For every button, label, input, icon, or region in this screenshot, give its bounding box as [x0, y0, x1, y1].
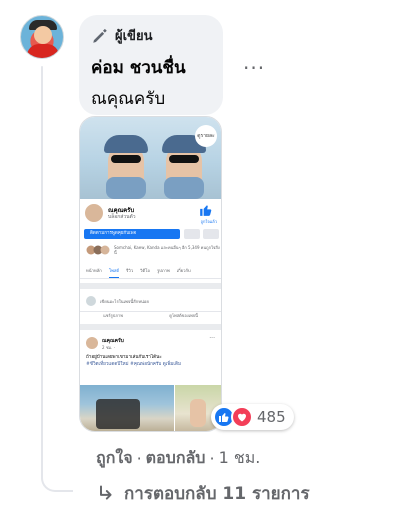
comment-text: ณคุณครับ: [91, 89, 166, 109]
reply-arrow-icon: [100, 485, 112, 500]
author-badge: ผู้เขียน: [91, 25, 211, 46]
post-avatar: [86, 337, 98, 349]
page-tabs: หน้าหลัก โพสต์ รีวิว วิดีโอ รูปภาพ เกี่ย…: [80, 267, 221, 279]
commenter-avatar[interactable]: [20, 15, 64, 59]
more-icon: [203, 229, 219, 239]
cover-badge: ดูรายละ: [195, 125, 217, 147]
tab-photos: รูปภาพ: [156, 268, 170, 273]
tab-videos: วิดีโอ: [140, 268, 150, 273]
tab-home: หน้าหลัก: [86, 268, 102, 273]
comment-actions: ถูกใจ · ตอบกลับ · 1 ชม.: [96, 446, 260, 471]
comment-author-name[interactable]: ค่อม ชวนชื่น: [91, 54, 211, 81]
pen-icon: [93, 28, 107, 43]
view-replies-link[interactable]: การตอบกลับ 11 รายการ: [96, 480, 310, 507]
page-avatar: [84, 203, 104, 223]
avatar-shirt: [27, 44, 59, 58]
author-badge-label: ผู้เขียน: [115, 29, 153, 44]
post-text: ถ้าอยู่บ้านเลยพาเขามาเล่นกับเราได้นะ: [86, 355, 162, 360]
child-figure: [104, 135, 148, 199]
action-separator: ·: [209, 449, 215, 468]
like-icon: [200, 205, 212, 216]
liked-label: ถูกใจแล้ว: [200, 219, 217, 224]
section-divider: [80, 324, 221, 330]
like-button[interactable]: ถูกใจ: [96, 446, 133, 471]
reaction-count: 485: [257, 408, 286, 426]
love-icon: [231, 406, 253, 428]
friends-like-text: Somchai, Kaew, Kanda และคนอื่นๆ อีก 5,34…: [114, 245, 220, 255]
messenger-icon: [184, 229, 200, 239]
comment-bubble: ผู้เขียน ค่อม ชวนชื่น ณคุณครับ: [79, 15, 223, 115]
view-replies-label: การตอบกลับ 11 รายการ: [124, 484, 310, 504]
compose-actions: แชร์รูปภาพ ดูโพสต์ของเพจนี้: [80, 311, 221, 323]
action-separator: ·: [136, 449, 142, 468]
reply-button[interactable]: ตอบกลับ: [146, 446, 206, 471]
message-button: ติดตามการพูดคุยกับเพจ: [84, 229, 180, 239]
tab-posts: โพสต์: [108, 267, 120, 278]
thread-line: [41, 66, 43, 480]
friend-avatars: [86, 245, 110, 255]
compose-action-posts: ดูโพสต์ของเพจนี้: [169, 313, 198, 318]
photo-subject: [190, 399, 206, 427]
cover-photo: ดูรายละ: [80, 117, 221, 199]
section-divider: [80, 283, 221, 289]
page-category: บล็อกส่วนตัว: [108, 214, 136, 220]
post-more-icon: ···: [209, 335, 215, 342]
photo-subject: [96, 399, 140, 429]
reaction-summary[interactable]: 485: [211, 404, 294, 430]
tab-reviews: รีวิว: [126, 268, 134, 273]
compose-box: เขียนอะไรในเพจนี้สักหน่อย: [86, 293, 216, 309]
post-hashtags: #ชีวิตเที่ยวแดดปีใหม่ #คุณพ่อนักครับ ดูเ…: [86, 362, 182, 367]
tab-about: เกี่ยวกับ: [176, 268, 191, 273]
thread-connector: [41, 470, 73, 492]
compose-avatar: [86, 296, 96, 306]
compose-placeholder: เขียนอะไรในเพจนี้สักหน่อย: [100, 298, 149, 304]
comment-timestamp[interactable]: 1 ชม.: [219, 446, 261, 471]
avatar-face: [34, 26, 52, 44]
child-figure: [162, 135, 206, 199]
compose-action-photo: แชร์รูปภาพ: [103, 313, 123, 318]
post-time: 2 ชม. ·: [102, 345, 115, 350]
reaction-icons: [213, 406, 253, 428]
more-options-button[interactable]: ···: [243, 56, 265, 80]
attached-screenshot-image[interactable]: ดูรายละ ณคุณครับ บล็อกส่วนตัว ถูกใจแล้ว …: [79, 116, 222, 432]
